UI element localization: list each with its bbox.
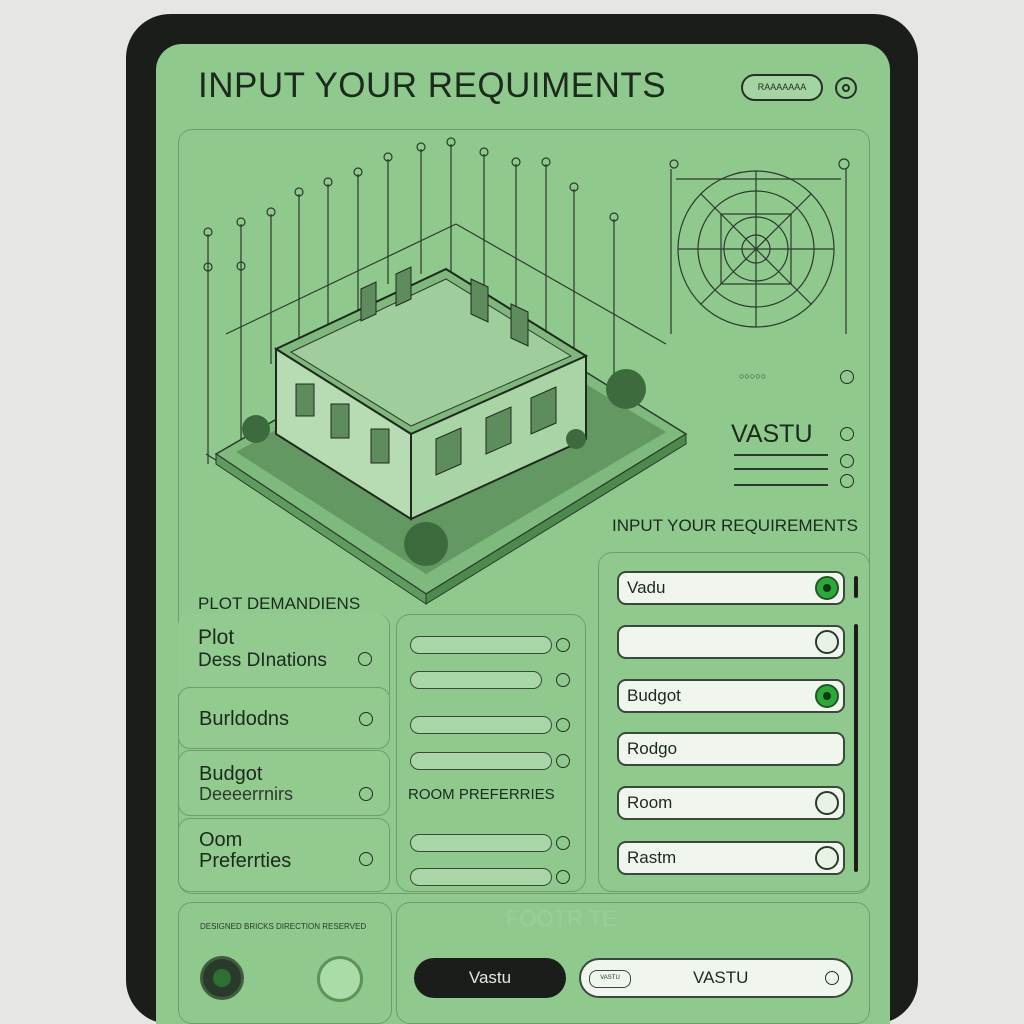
- slider-field-1[interactable]: [410, 636, 552, 654]
- left-panel-heading: PLOT DEMANDIENS: [198, 594, 361, 613]
- list-scrollbar-track[interactable]: [854, 624, 858, 872]
- slider-field-2[interactable]: [410, 671, 542, 689]
- vastu-input[interactable]: Vadu: [617, 571, 845, 605]
- footer-input-prefix: VASTU: [589, 970, 631, 988]
- rastm-input[interactable]: Rastm: [617, 841, 845, 875]
- plot-sublabel: Dess DInations: [198, 650, 327, 671]
- app-screen: INPUT YOUR REQUIMENTS RAAAAAAA ○○○○○ VAS…: [156, 44, 890, 1024]
- vastu-option-icon-1[interactable]: [840, 454, 854, 468]
- slider-knob-4[interactable]: [556, 754, 570, 768]
- empty-input[interactable]: [617, 625, 845, 659]
- empty-toggle[interactable]: [815, 630, 839, 654]
- vastu-title: VASTU: [731, 420, 813, 448]
- footer-input-icon[interactable]: [825, 971, 839, 985]
- footer-light-round-button[interactable]: [317, 956, 363, 1002]
- room-sublabel: Preferrties: [199, 850, 292, 872]
- footer-vastu-button[interactable]: Vastu: [414, 958, 566, 998]
- slider-knob-2[interactable]: [556, 673, 570, 687]
- budget-toggle[interactable]: [815, 684, 839, 708]
- compass-info-icon[interactable]: [840, 370, 854, 384]
- plot-info-icon[interactable]: [358, 652, 372, 666]
- vastu-toggle[interactable]: [815, 576, 839, 600]
- vastu-compass-diagram: [669, 158, 850, 334]
- slider-field-3[interactable]: [410, 716, 552, 734]
- slider-knob-6[interactable]: [556, 870, 570, 884]
- vastu-line-3: [734, 484, 828, 486]
- vastu-option-icon-2[interactable]: [840, 474, 854, 488]
- budget-input[interactable]: Budgot: [617, 679, 845, 713]
- slider-knob-1[interactable]: [556, 638, 570, 652]
- footer-vastu-input[interactable]: VASTU VASTU: [579, 958, 853, 998]
- room-preferences-label: ROOM PREFERRIES: [408, 786, 555, 803]
- budget-info-icon[interactable]: [359, 787, 373, 801]
- slider-knob-5[interactable]: [556, 836, 570, 850]
- vastu-line-1: [734, 454, 828, 456]
- budget-label: Budgot: [199, 763, 263, 785]
- page-title: INPUT YOUR REQUIMENTS: [198, 66, 667, 105]
- buildings-info-icon[interactable]: [359, 712, 373, 726]
- left-card-budget[interactable]: Budgot Deeeerrnirs: [178, 750, 390, 816]
- buildings-label: Burldodns: [199, 708, 290, 730]
- plot-label: Plot: [198, 626, 235, 649]
- list-scrollbar-top[interactable]: [854, 576, 858, 598]
- rastm-toggle[interactable]: [815, 846, 839, 870]
- settings-circle-icon[interactable]: [835, 77, 857, 99]
- slider-field-6[interactable]: [410, 868, 552, 886]
- left-card-buildings[interactable]: Burldodns: [178, 687, 390, 749]
- room-toggle[interactable]: [815, 791, 839, 815]
- room-label: Oom: [199, 829, 243, 851]
- header-pill-button[interactable]: RAAAAAAA: [741, 74, 823, 101]
- slider-field-5[interactable]: [410, 834, 552, 852]
- budget-sublabel: Deeeerrnirs: [199, 784, 294, 804]
- room-info-icon[interactable]: [359, 852, 373, 866]
- room-input[interactable]: Room: [617, 786, 845, 820]
- left-card-room[interactable]: Oom Preferrties: [178, 818, 390, 892]
- rodgo-input[interactable]: Rodgo: [617, 732, 845, 766]
- footer-dark-round-button[interactable]: [200, 956, 244, 1000]
- vastu-line-2: [734, 468, 828, 470]
- vastu-info-icon[interactable]: [840, 427, 854, 441]
- footer-input-value: VASTU: [693, 968, 749, 987]
- compass-dots-label: ○○○○○: [739, 371, 767, 381]
- footer-watermark: FOOTR TE: [506, 906, 617, 931]
- slider-knob-3[interactable]: [556, 718, 570, 732]
- slider-field-4[interactable]: [410, 752, 552, 770]
- requirements-heading: INPUT YOUR REQUIREMENTS: [612, 516, 858, 535]
- footer-small-text: DESIGNED BRICKS DIRECTION RESERVED: [200, 922, 367, 931]
